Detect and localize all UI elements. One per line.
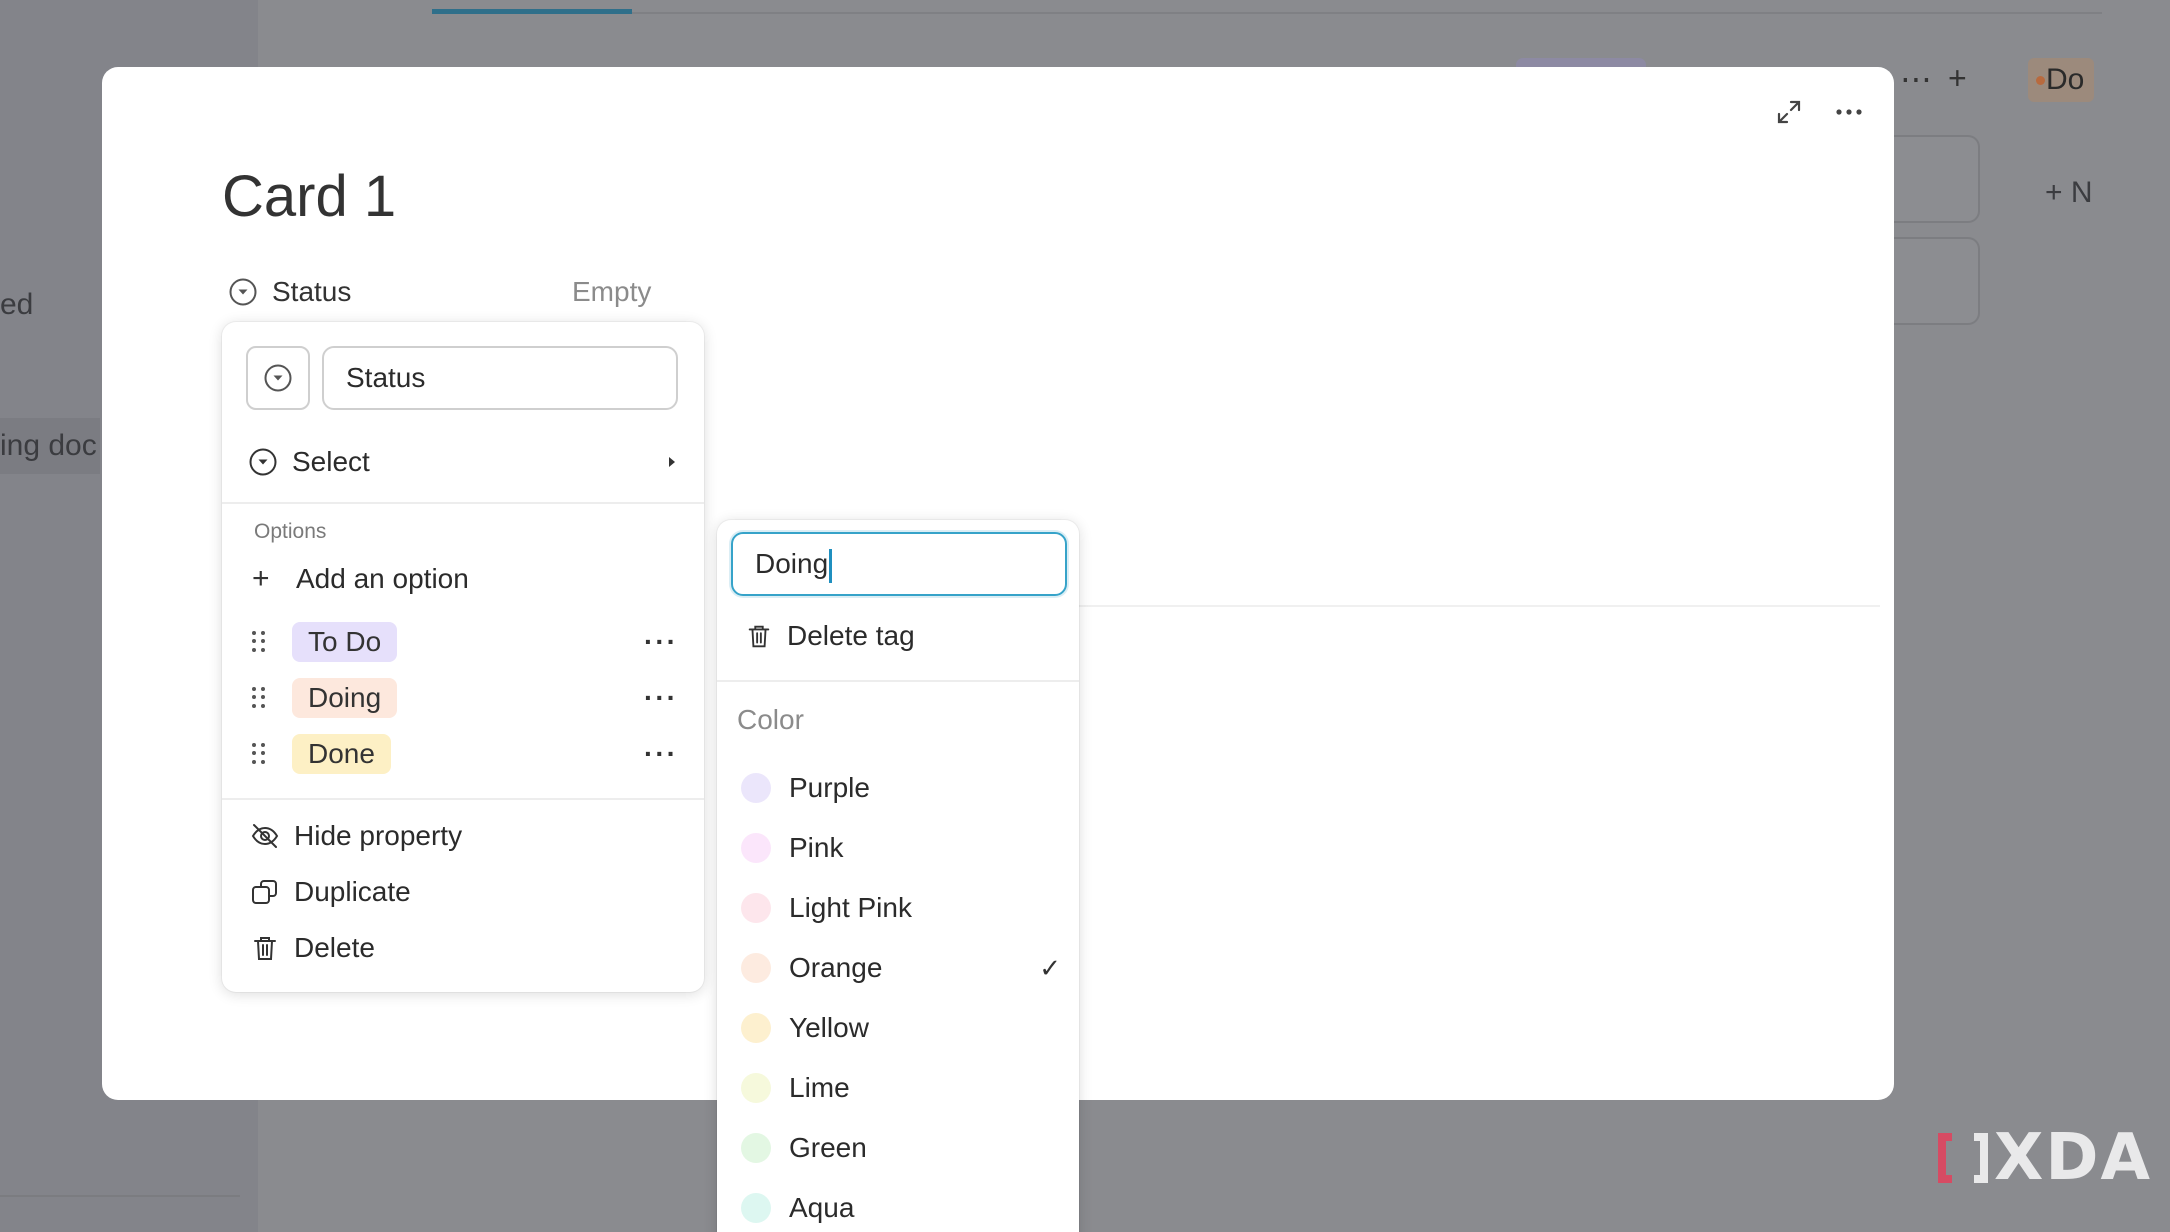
color-swatch [741, 1133, 771, 1163]
color-option-lime[interactable]: Lime [741, 1066, 1061, 1110]
chevron-right-icon [669, 457, 675, 467]
more-horizontal-icon[interactable]: ··· [644, 682, 678, 714]
color-heading: Color [737, 704, 804, 735]
modal-toolbar [1774, 97, 1864, 127]
color-name: Light Pink [789, 892, 912, 923]
color-name: Green [789, 1132, 867, 1163]
plus-icon[interactable]: + [1948, 60, 1967, 97]
trash-icon [254, 937, 276, 960]
property-icon-button[interactable] [246, 346, 310, 410]
color-option-aqua[interactable]: Aqua [741, 1186, 1061, 1230]
color-option-pink[interactable]: Pink [741, 826, 1061, 870]
background-sidebar-item-selected[interactable]: ing doc [0, 418, 100, 474]
hide-property-label: Hide property [294, 820, 463, 851]
option-row[interactable]: Done ··· [252, 732, 678, 776]
color-swatch [741, 1193, 771, 1223]
drag-handle-icon[interactable] [252, 631, 266, 653]
add-option-label: Add an option [296, 563, 469, 594]
color-swatch [741, 833, 771, 863]
option-row[interactable]: Doing ··· [252, 676, 678, 720]
drag-handle-icon[interactable] [252, 743, 266, 765]
color-swatch [741, 1013, 771, 1043]
property-value[interactable]: Empty [572, 276, 651, 308]
xda-logo-icon [1938, 1133, 1988, 1183]
background-active-tab-indicator [432, 9, 632, 14]
color-option-orange[interactable]: Orange ✓ [741, 946, 1061, 990]
background-divider [0, 1195, 240, 1197]
color-swatch [741, 953, 771, 983]
xda-watermark: XDA [1932, 1121, 2152, 1195]
color-option-green[interactable]: Green [741, 1126, 1061, 1170]
option-tag[interactable]: Doing [292, 678, 398, 718]
property-name-input[interactable] [322, 346, 678, 410]
option-row[interactable]: To Do ··· [252, 620, 678, 664]
expand-icon[interactable] [1774, 97, 1804, 127]
background-card[interactable] [1880, 237, 1980, 325]
more-horizontal-icon[interactable]: ··· [644, 738, 678, 770]
plus-icon: + [252, 562, 270, 595]
duplicate-icon [252, 880, 277, 904]
color-option-light-pink[interactable]: Light Pink [741, 886, 1061, 930]
color-swatch [741, 1073, 771, 1103]
trash-icon [748, 625, 770, 648]
hide-property-button[interactable]: Hide property [250, 820, 462, 852]
text-caret [829, 548, 833, 583]
status-property-row[interactable]: Status Empty [228, 272, 688, 312]
color-swatch [741, 773, 771, 803]
tag-name-input[interactable]: Doing [731, 532, 1067, 596]
background-add-new-button[interactable]: + N [2045, 176, 2093, 210]
delete-tag-label: Delete tag [787, 620, 915, 651]
tag-name-value: Doing [755, 548, 829, 579]
option-tag[interactable]: To Do [292, 622, 398, 662]
tag-edit-menu: Doing Delete tag Color Purple Pink Light… [717, 520, 1079, 1232]
eye-off-icon [251, 824, 279, 848]
options-heading: Options [254, 520, 327, 543]
color-swatch [741, 893, 771, 923]
checkmark-icon: ✓ [1039, 952, 1061, 983]
add-option-button[interactable]: + Add an option [252, 562, 469, 596]
background-tab-bar [432, 12, 2102, 14]
option-tag[interactable]: Done [292, 734, 391, 774]
background-column-badge-label: Do [2046, 63, 2085, 96]
more-horizontal-icon[interactable] [1834, 97, 1864, 127]
color-name: Pink [789, 832, 844, 863]
property-label: Status [272, 276, 352, 307]
property-menu: Select Options + Add an option To Do ···… [222, 322, 704, 992]
menu-divider [717, 680, 1079, 682]
menu-divider [222, 502, 704, 504]
color-name: Aqua [789, 1192, 855, 1223]
color-name: Yellow [789, 1012, 869, 1043]
watermark-text: XDA [1994, 1121, 2152, 1195]
card-title[interactable]: Card 1 [222, 163, 396, 230]
delete-label: Delete [294, 932, 375, 963]
color-option-purple[interactable]: Purple [741, 766, 1061, 810]
background-sidebar-item[interactable]: ed [0, 288, 33, 322]
duplicate-label: Duplicate [294, 876, 411, 907]
badge-dot [2036, 76, 2045, 85]
select-circle-icon [229, 278, 257, 306]
background-card[interactable] [1880, 135, 1980, 223]
delete-tag-button[interactable]: Delete tag [745, 620, 915, 652]
select-circle-icon [264, 364, 292, 392]
menu-divider [222, 798, 704, 800]
color-name: Orange [789, 952, 883, 983]
drag-handle-icon[interactable] [252, 687, 266, 709]
more-horizontal-icon[interactable]: ⋯ [1900, 60, 1932, 98]
color-option-yellow[interactable]: Yellow [741, 1006, 1061, 1050]
color-name: Lime [789, 1072, 850, 1103]
plus-icon: + [2045, 176, 2071, 209]
duplicate-button[interactable]: Duplicate [250, 876, 411, 908]
more-horizontal-icon[interactable]: ··· [644, 626, 678, 658]
property-type-select[interactable]: Select [248, 440, 678, 484]
app-screen: ed ing doc ⋯ + Do + N Card 1 Status Empt… [0, 0, 2170, 1232]
select-circle-icon [249, 448, 277, 476]
delete-property-button[interactable]: Delete [250, 932, 375, 964]
background-add-new-label: N [2070, 176, 2093, 209]
property-type-label: Select [292, 446, 370, 477]
background-column-badge: Do [2028, 58, 2095, 102]
color-name: Purple [789, 772, 870, 803]
